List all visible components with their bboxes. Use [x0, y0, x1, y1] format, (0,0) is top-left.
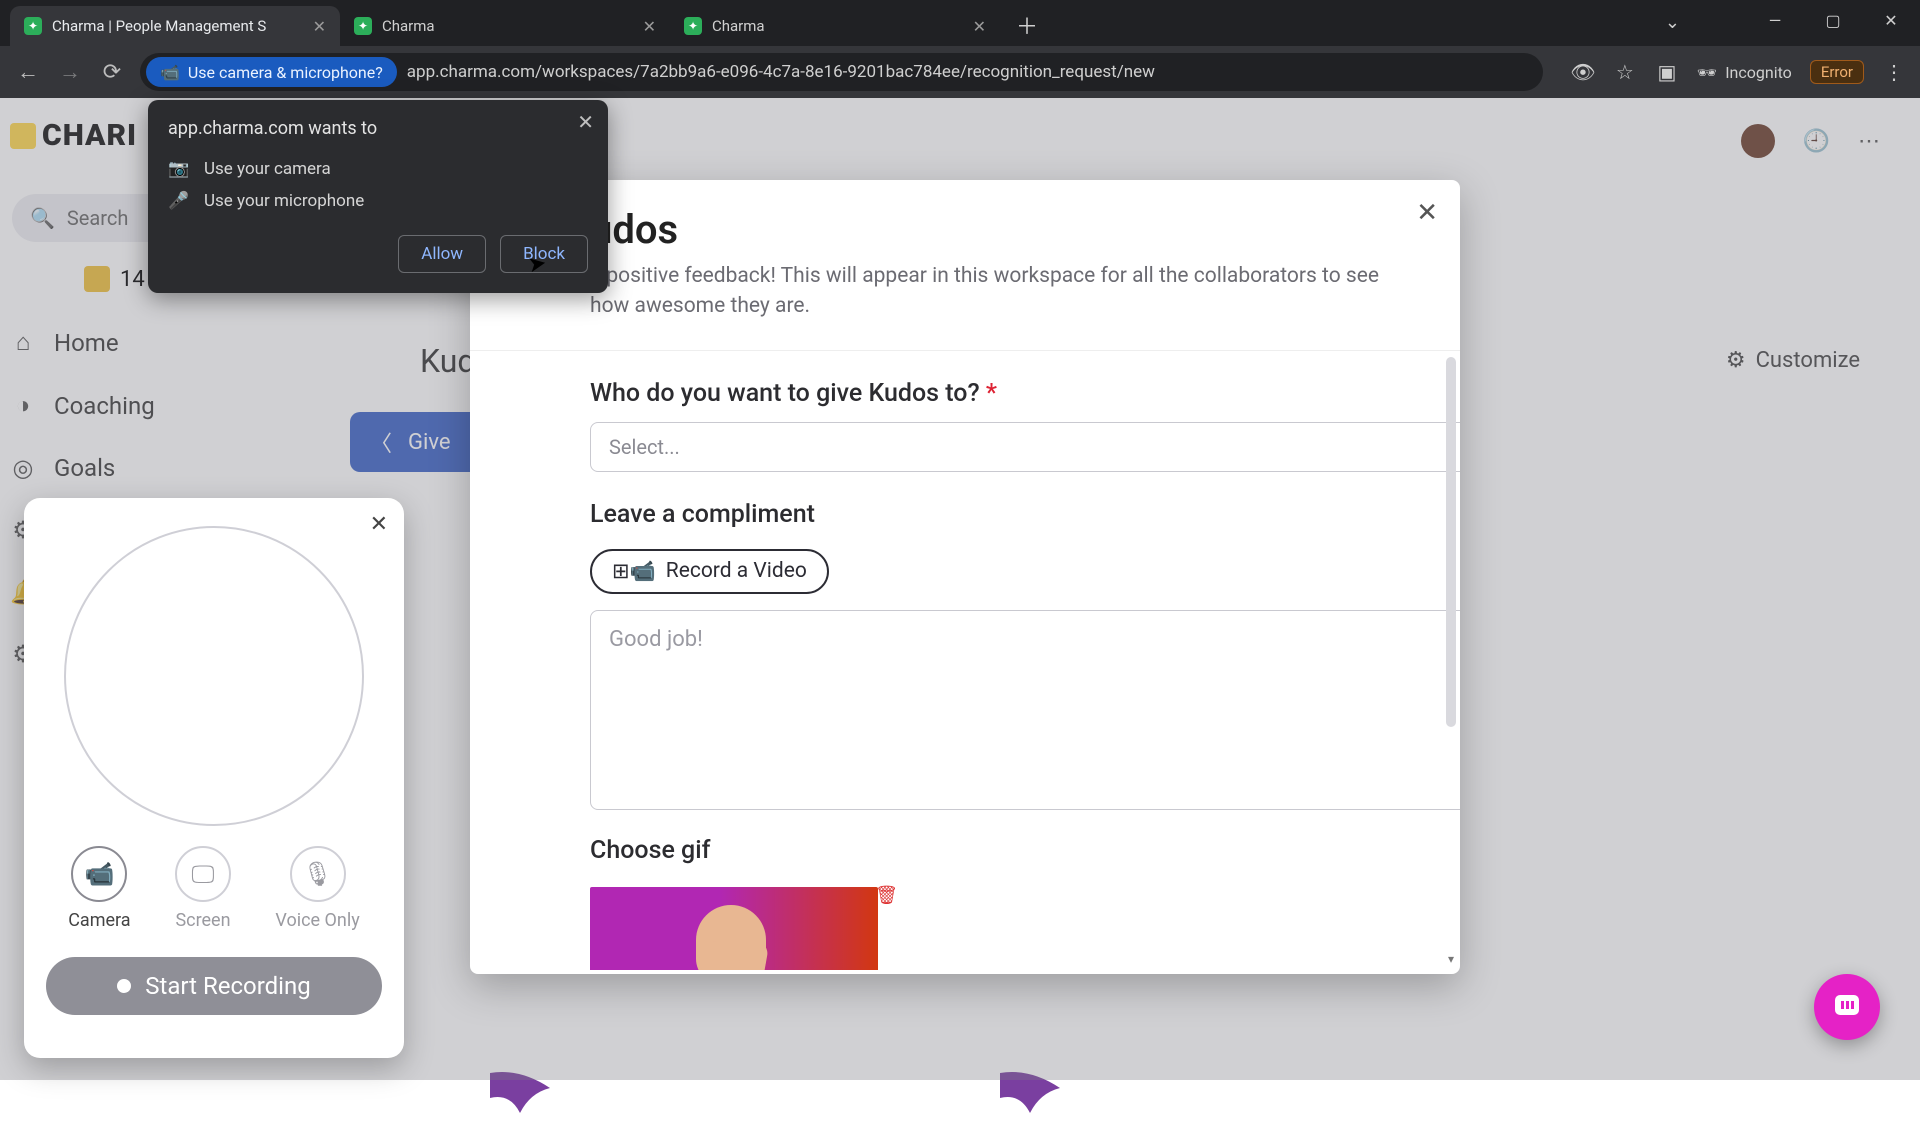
permission-title: app.charma.com wants to [168, 118, 588, 139]
record-dot-icon [117, 979, 131, 993]
microphone-icon: 🎙 [290, 846, 346, 902]
microphone-icon: 🎤 [168, 191, 188, 211]
error-badge[interactable]: Error [1810, 60, 1864, 84]
mode-label: Voice Only [275, 910, 359, 931]
mode-screen[interactable]: 🖵 Screen [175, 846, 231, 931]
tab-favicon: ✦ [24, 17, 42, 35]
camera-preview-circle [64, 526, 364, 826]
tab-close-icon[interactable]: ✕ [313, 17, 326, 36]
give-kudos-modal: ✕ udos e positive feedback! This will ap… [470, 180, 1460, 974]
gif-thumbnail [590, 887, 878, 970]
window-controls: — ▢ ✕ [1746, 0, 1920, 40]
close-icon[interactable]: ✕ [577, 110, 594, 134]
mode-label: Camera [68, 910, 130, 931]
bookmark-star-icon[interactable]: ☆ [1613, 60, 1637, 84]
window-close-button[interactable]: ✕ [1862, 0, 1920, 40]
compliment-textarea[interactable]: Good job! [590, 610, 1460, 810]
browser-tab-0[interactable]: ✦ Charma | People Management S ✕ [10, 6, 340, 46]
tab-title: Charma [712, 17, 765, 35]
url-text: app.charma.com/workspaces/7a2bb9a6-e096-… [407, 62, 1155, 82]
modal-body: ▴ Who do you want to give Kudos to? * Se… [470, 350, 1460, 970]
nav-reload-icon[interactable]: ⟳ [98, 60, 126, 85]
question-gif: Choose gif [590, 836, 1414, 865]
tab-title: Charma [382, 17, 435, 35]
nav-back-icon[interactable]: ← [14, 59, 42, 85]
panel-icon[interactable]: ▣ [1655, 60, 1679, 84]
browser-toolbar: ← → ⟳ 📹 Use camera & microphone? app.cha… [0, 46, 1920, 98]
allow-button[interactable]: Allow [398, 235, 486, 273]
incognito-icon: 🕶 [1697, 63, 1717, 82]
kebab-menu-icon[interactable]: ⋮ [1882, 60, 1906, 84]
tab-favicon: ✦ [354, 17, 372, 35]
mode-label: Screen [175, 910, 230, 931]
close-icon[interactable]: ✕ [1416, 198, 1438, 228]
trash-icon[interactable]: 🗑 [875, 885, 898, 906]
modal-subtitle: e positive feedback! This will appear in… [590, 261, 1410, 322]
omnibox[interactable]: 📹 Use camera & microphone? app.charma.co… [140, 53, 1543, 91]
record-video-button[interactable]: ⊞📹 Record a Video [590, 549, 829, 594]
required-asterisk: * [986, 379, 997, 408]
nav-forward-icon[interactable]: → [56, 59, 84, 85]
permission-row-camera: 📷 Use your camera [168, 153, 588, 185]
start-recording-button[interactable]: Start Recording [46, 957, 382, 1015]
camera-icon: 📷 [168, 159, 188, 179]
question-who: Who do you want to give Kudos to? * [590, 379, 1414, 408]
gif-preview[interactable]: 🗑 [590, 887, 878, 970]
scroll-down-icon[interactable]: ▾ [1448, 952, 1454, 966]
tab-close-icon[interactable]: ✕ [643, 17, 656, 36]
modal-title: udos [590, 206, 1414, 253]
recorder-modes: 📹 Camera 🖵 Screen 🎙 Voice Only [46, 846, 382, 931]
textarea-placeholder: Good job! [609, 627, 703, 652]
video-plus-icon: ⊞📹 [612, 559, 656, 584]
support-chat-fab[interactable] [1814, 974, 1880, 1040]
toolbar-right: 👁 ☆ ▣ 🕶 Incognito Error ⋮ [1571, 60, 1906, 84]
permission-row-microphone: 🎤 Use your microphone [168, 185, 588, 217]
record-video-label: Record a Video [666, 559, 807, 583]
tab-favicon: ✦ [684, 17, 702, 35]
screen-icon: 🖵 [175, 846, 231, 902]
scrollbar[interactable] [1446, 357, 1456, 727]
start-label: Start Recording [145, 972, 310, 1000]
browser-tab-2[interactable]: ✦ Charma ✕ [670, 6, 1000, 46]
permission-chip[interactable]: 📹 Use camera & microphone? [146, 57, 397, 87]
chat-icon [1831, 991, 1863, 1023]
camera-icon: 📹 [71, 846, 127, 902]
video-recorder-widget: ✕ 📹 Camera 🖵 Screen 🎙 Voice Only Start R… [24, 498, 404, 1058]
window-maximize-button[interactable]: ▢ [1804, 0, 1862, 40]
tabs-overflow-icon[interactable]: ⌄ [1665, 12, 1680, 33]
browser-tabstrip: ✦ Charma | People Management S ✕ ✦ Charm… [0, 0, 1920, 46]
window-minimize-button[interactable]: — [1746, 0, 1804, 40]
tab-close-icon[interactable]: ✕ [973, 17, 986, 36]
permission-row-label: Use your camera [204, 159, 331, 179]
close-icon[interactable]: ✕ [370, 512, 388, 537]
tab-title: Charma | People Management S [52, 17, 266, 35]
mode-voice[interactable]: 🎙 Voice Only [275, 846, 359, 931]
camera-icon: 📹 [160, 63, 180, 82]
incognito-indicator: 🕶 Incognito [1697, 63, 1792, 82]
eye-off-icon[interactable]: 👁 [1571, 60, 1595, 84]
mode-camera[interactable]: 📹 Camera [68, 846, 130, 931]
select-placeholder: Select... [609, 435, 680, 459]
permission-row-label: Use your microphone [204, 191, 364, 211]
permission-chip-label: Use camera & microphone? [188, 63, 383, 82]
incognito-label: Incognito [1725, 63, 1792, 82]
question-compliment: Leave a compliment [590, 500, 1414, 529]
recipient-select[interactable]: Select... ▾ [590, 422, 1460, 472]
new-tab-button[interactable]: ＋ [1010, 8, 1044, 42]
browser-tab-1[interactable]: ✦ Charma ✕ [340, 6, 670, 46]
